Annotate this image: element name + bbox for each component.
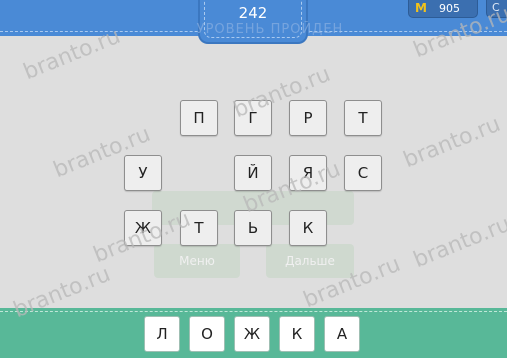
ghost-next-button: Дальше: [266, 244, 354, 278]
answer-slot[interactable]: Ж: [234, 316, 270, 352]
letter-tile[interactable]: Т: [344, 100, 382, 136]
letter-tile[interactable]: Й: [234, 155, 272, 191]
letter-tile[interactable]: К: [289, 210, 327, 246]
coin-count: 905: [439, 2, 460, 15]
letter-tile[interactable]: Г: [234, 100, 272, 136]
coin-icon: M: [415, 1, 427, 15]
answer-slot[interactable]: А: [324, 316, 360, 352]
watermark: branto.ru: [400, 111, 505, 174]
corner-button-label: C: [492, 1, 500, 14]
watermark: branto.ru: [410, 211, 507, 274]
corner-button[interactable]: C: [486, 0, 507, 18]
letter-tile[interactable]: Т: [180, 210, 218, 246]
ghost-menu-button: Меню: [154, 244, 240, 278]
letter-tile[interactable]: С: [344, 155, 382, 191]
answer-bar-stitch: [0, 311, 507, 312]
letter-tile[interactable]: Я: [289, 155, 327, 191]
answer-slot[interactable]: Л: [144, 316, 180, 352]
letter-tile[interactable]: Ж: [124, 210, 162, 246]
coin-counter[interactable]: M 905: [408, 0, 478, 18]
letter-tile[interactable]: Ь: [234, 210, 272, 246]
letter-tile[interactable]: Р: [289, 100, 327, 136]
faded-level-complete-title: УРОВЕНЬ ПРОЙДЕН: [196, 22, 344, 37]
letter-tile[interactable]: П: [180, 100, 218, 136]
answer-slot[interactable]: О: [189, 316, 225, 352]
level-number: 242: [238, 4, 268, 22]
letter-tile[interactable]: У: [124, 155, 162, 191]
answer-slot[interactable]: К: [279, 316, 315, 352]
